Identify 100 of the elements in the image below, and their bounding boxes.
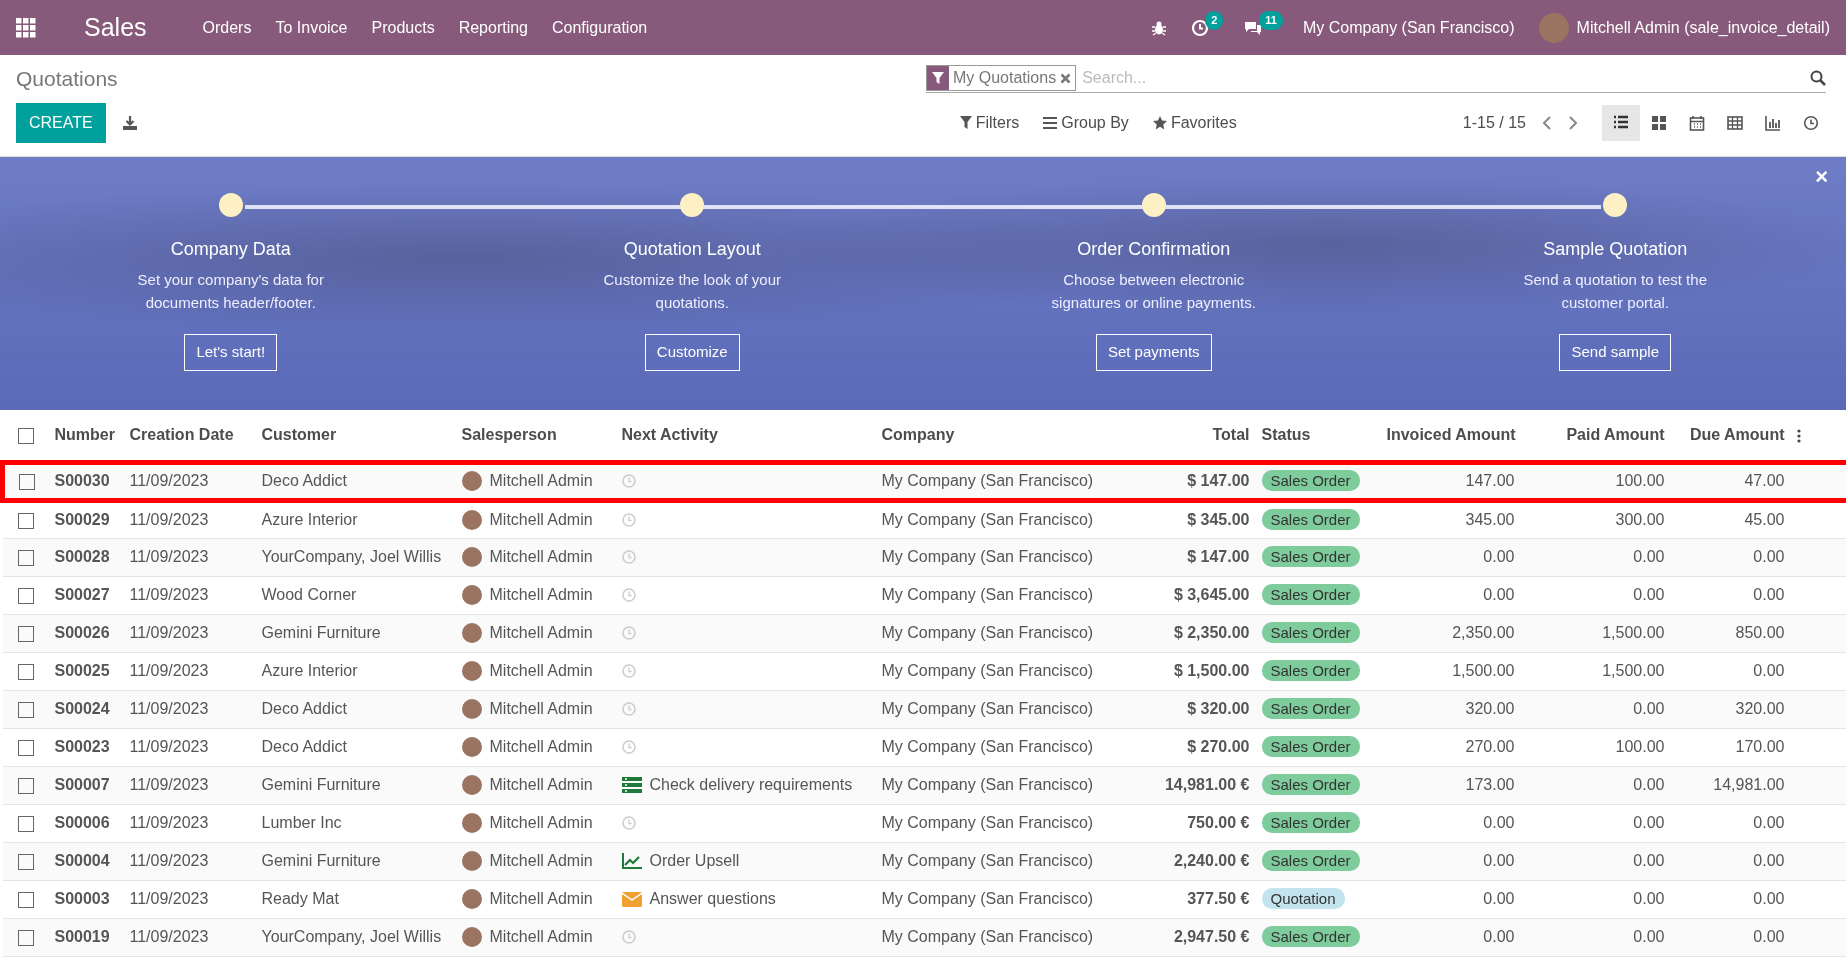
step-title: Quotation Layout <box>622 238 762 261</box>
table-cell: 11/09/2023 <box>123 880 256 918</box>
table-cell: Gemini Furniture <box>255 766 456 804</box>
user-avatar <box>461 699 482 719</box>
facet-label: My Quotations <box>953 68 1057 89</box>
menu-item[interactable]: Configuration <box>552 15 648 40</box>
list-view-button[interactable] <box>1602 104 1640 141</box>
table-cell-text: Mitchell Admin <box>489 471 593 491</box>
table-cell: S00025 <box>48 652 124 690</box>
row-checkbox[interactable] <box>17 587 34 604</box>
row-checkbox[interactable] <box>17 549 34 566</box>
user-menu[interactable]: Mitchell Admin (sale_invoice_detail) <box>1576 15 1830 40</box>
step-dot <box>218 193 243 217</box>
select-all-checkbox[interactable] <box>17 427 34 444</box>
table-cell: S00023 <box>48 728 124 766</box>
group-by-button[interactable]: Group By <box>1043 110 1129 135</box>
table-cell: My Company (San Francisco) <box>875 842 1126 880</box>
row-checkbox[interactable] <box>17 512 34 529</box>
step-button[interactable]: Customize <box>644 334 740 371</box>
table-cell-text: Mitchell Admin <box>489 661 593 681</box>
create-button[interactable]: CREATE <box>16 102 106 143</box>
table-cell: S00029 <box>48 500 124 538</box>
row-checkbox[interactable] <box>17 929 34 946</box>
table-cell: 345.00 <box>1380 500 1521 538</box>
remove-icon[interactable] <box>1060 72 1072 84</box>
row-checkbox[interactable] <box>17 853 34 870</box>
table-cell: My Company (San Francisco) <box>875 728 1126 766</box>
table-cell: 11/09/2023 <box>123 614 256 652</box>
table-cell: 1,500.00 <box>1520 652 1671 690</box>
search-icon[interactable] <box>1810 70 1826 87</box>
row-checkbox[interactable] <box>17 739 34 756</box>
table-cell: 11/09/2023 <box>123 842 256 880</box>
breadcrumb-title: Quotations <box>16 66 118 92</box>
table-cell: 0.00 <box>1380 804 1521 842</box>
filter-facet[interactable]: My Quotations <box>926 65 1077 92</box>
table-cell: 300.00 <box>1520 500 1671 538</box>
table-cell: 320.00 <box>1380 690 1521 728</box>
table-cell: 377.50 € <box>1125 880 1256 918</box>
company-switcher[interactable]: My Company (San Francisco) <box>1302 15 1515 40</box>
step-description: Customize the look of your quotations. <box>602 270 783 313</box>
table-cell: My Company (San Francisco) <box>875 576 1126 614</box>
table-cell: 0.00 <box>1520 880 1671 918</box>
user-avatar <box>461 889 482 909</box>
table-cell: $ 320.00 <box>1125 690 1256 728</box>
row-checkbox[interactable] <box>18 473 35 490</box>
row-checkbox[interactable] <box>17 663 34 680</box>
status-tag: Sales Order <box>1261 509 1360 530</box>
pager-value: 1-15 / 15 <box>1462 112 1526 133</box>
status-tag: Sales Order <box>1261 812 1360 833</box>
filters-button[interactable]: Filters <box>959 110 1020 135</box>
status-tag: Sales Order <box>1261 584 1360 605</box>
table-cell: S00007 <box>48 766 124 804</box>
app-title[interactable]: Sales <box>84 8 147 47</box>
step-button[interactable]: Send sample <box>1559 334 1672 371</box>
table-cell: 2,240.00 € <box>1125 842 1256 880</box>
table-cell: 11/09/2023 <box>123 728 256 766</box>
message-count-badge: 11 <box>1259 11 1283 30</box>
more-options-icon[interactable] <box>1796 428 1801 443</box>
user-avatar <box>461 585 482 605</box>
row-checkbox[interactable] <box>17 815 34 832</box>
step-title: Sample Quotation <box>1542 238 1689 261</box>
apps-menu-icon[interactable] <box>16 17 36 38</box>
bug-icon[interactable] <box>1151 19 1168 36</box>
table-cell: $ 147.00 <box>1125 538 1256 576</box>
table-cell: Gemini Furniture <box>255 614 456 652</box>
table-cell: My Company (San Francisco) <box>875 880 1126 918</box>
favorites-button[interactable]: Favorites <box>1152 110 1237 135</box>
table-cell: Azure Interior <box>255 652 456 690</box>
step-button[interactable]: Set payments <box>1095 334 1212 371</box>
user-avatar <box>461 661 482 681</box>
row-checkbox[interactable] <box>17 777 34 794</box>
table-cell: S00024 <box>48 690 124 728</box>
table-cell-text: Check delivery requirements <box>649 775 853 795</box>
table-cell-text: Mitchell Admin <box>489 547 593 567</box>
table-cell: 173.00 <box>1380 766 1521 804</box>
step-button[interactable]: Let's start! <box>184 334 278 371</box>
table-cell-text: Mitchell Admin <box>489 889 593 909</box>
table-cell-text: Mitchell Admin <box>489 699 593 719</box>
row-checkbox[interactable] <box>17 891 34 908</box>
table-cell: S00003 <box>48 880 124 918</box>
user-avatar <box>461 813 482 833</box>
step-description: Send a quotation to test the customer portal. <box>1522 270 1708 313</box>
menu-item[interactable]: Products <box>371 15 435 40</box>
close-button[interactable]: × <box>1809 165 1834 189</box>
table-cell: 100.00 <box>1520 462 1671 500</box>
next-icon[interactable] <box>1568 115 1578 130</box>
table-cell: Gemini Furniture <box>255 842 456 880</box>
table-cell: 0.00 <box>1670 842 1791 880</box>
row-checkbox[interactable] <box>17 625 34 642</box>
row-checkbox[interactable] <box>17 701 34 718</box>
table-cell: 11/09/2023 <box>123 500 256 538</box>
table-cell: 11/09/2023 <box>123 652 256 690</box>
download-icon[interactable] <box>121 114 138 131</box>
table-cell: My Company (San Francisco) <box>875 766 1126 804</box>
menu-item[interactable]: Orders <box>202 15 252 40</box>
column-header[interactable]: Creation Date <box>129 425 234 443</box>
previous-icon[interactable] <box>1542 115 1552 130</box>
menu-item[interactable]: To Invoice <box>275 15 348 40</box>
table-cell: 320.00 <box>1670 690 1791 728</box>
menu-item[interactable]: Reporting <box>458 15 528 40</box>
